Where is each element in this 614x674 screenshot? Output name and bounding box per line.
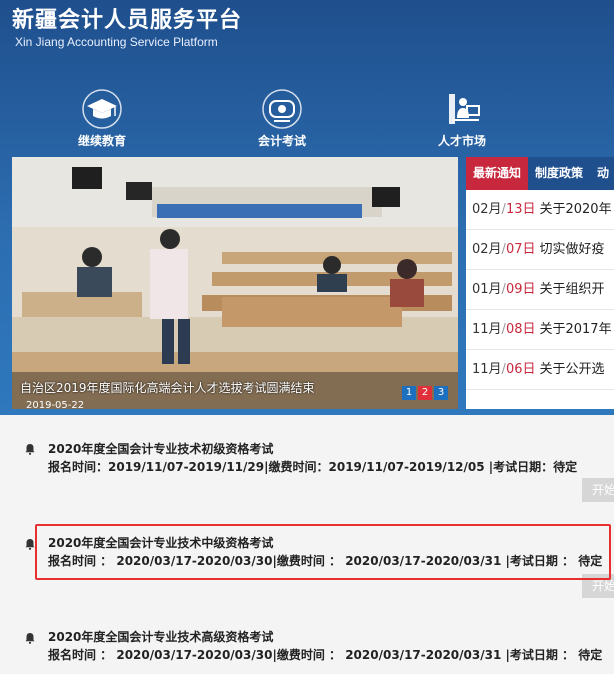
exam-title[interactable]: 2020年度全国会计专业技术初级资格考试: [48, 440, 273, 457]
site-header: 新疆会计人员服务平台 Xin Jiang Accounting Service …: [0, 0, 614, 415]
news-day: 06日: [505, 362, 536, 377]
exam-paper-icon: [262, 89, 302, 129]
nav-label: 人才市场: [437, 134, 486, 148]
exam-title[interactable]: 2020年度全国会计专业技术高级资格考试: [48, 628, 273, 645]
exam-schedule: 报名时间 ： 2020/03/17-2020/03/30|缴费时间 ： 2020…: [48, 648, 603, 662]
news-month: 02月: [472, 242, 502, 257]
slider-pagination: 1 2 3: [402, 386, 448, 400]
news-title[interactable]: 关于2020年: [539, 202, 611, 217]
highlight-box: [35, 524, 611, 580]
tab-policy[interactable]: 制度政策: [528, 157, 591, 190]
nav-continuing-education[interactable]: 继续教育: [42, 88, 162, 149]
tab-dynamics[interactable]: 动: [590, 157, 614, 190]
news-month: 02月: [472, 202, 502, 217]
news-item[interactable]: 11月/06日 关于公开选: [466, 350, 614, 390]
news-day: 09日: [505, 282, 536, 297]
news-panel: 最新通知 制度政策 动 02月/13日 关于2020年 02月/07日 切实做好疫 …: [466, 157, 614, 409]
tab-latest-notice[interactable]: 最新通知: [466, 157, 529, 190]
news-item[interactable]: 02月/13日 关于2020年: [466, 190, 614, 230]
news-tabs: 最新通知 制度政策 动: [466, 157, 614, 190]
start-button[interactable]: 开始: [582, 478, 614, 502]
exam-schedule: 报名时间：2019/11/07-2019/11/29|缴费时间：2019/11/…: [48, 460, 578, 474]
exam-room-photo: [12, 157, 458, 409]
news-title[interactable]: 关于2017年: [539, 322, 611, 337]
site-title: 新疆会计人员服务平台: [12, 8, 243, 33]
slide-date: 2019-05-22: [26, 400, 85, 409]
graduation-cap-icon: [82, 89, 122, 129]
nav-talent-market[interactable]: 人才市场: [402, 88, 522, 149]
nav-label: 会计考试: [257, 134, 306, 148]
news-month: 11月: [472, 322, 502, 337]
site-subtitle: Xin Jiang Accounting Service Platform: [15, 35, 218, 49]
news-item[interactable]: 02月/07日 切实做好疫: [466, 230, 614, 270]
news-day: 08日: [505, 322, 536, 337]
news-item[interactable]: 11月/08日 关于2017年: [466, 310, 614, 350]
nav-label: 继续教育: [77, 134, 126, 148]
news-month: 01月: [472, 282, 502, 297]
bell-icon: [25, 444, 35, 455]
news-title[interactable]: 关于组织开: [539, 282, 604, 297]
news-day: 07日: [505, 242, 536, 257]
bell-icon: [25, 633, 35, 644]
person-computer-icon: [449, 94, 480, 124]
slider-page-1[interactable]: 1: [402, 386, 416, 400]
news-title[interactable]: 切实做好疫: [539, 242, 604, 257]
news-item[interactable]: 01月/09日 关于组织开: [466, 270, 614, 310]
nav-accounting-exam[interactable]: 会计考试: [222, 88, 342, 149]
slider-page-3[interactable]: 3: [434, 386, 448, 400]
news-slider[interactable]: 自治区2019年度国际化高端会计人才选拔考试圆满结束 2019-05-22 1 …: [12, 157, 458, 409]
news-title[interactable]: 关于公开选: [539, 362, 604, 377]
slide-caption[interactable]: 自治区2019年度国际化高端会计人才选拔考试圆满结束: [20, 379, 315, 396]
news-day: 13日: [505, 202, 536, 217]
news-month: 11月: [472, 362, 502, 377]
slider-page-2[interactable]: 2: [418, 386, 432, 400]
